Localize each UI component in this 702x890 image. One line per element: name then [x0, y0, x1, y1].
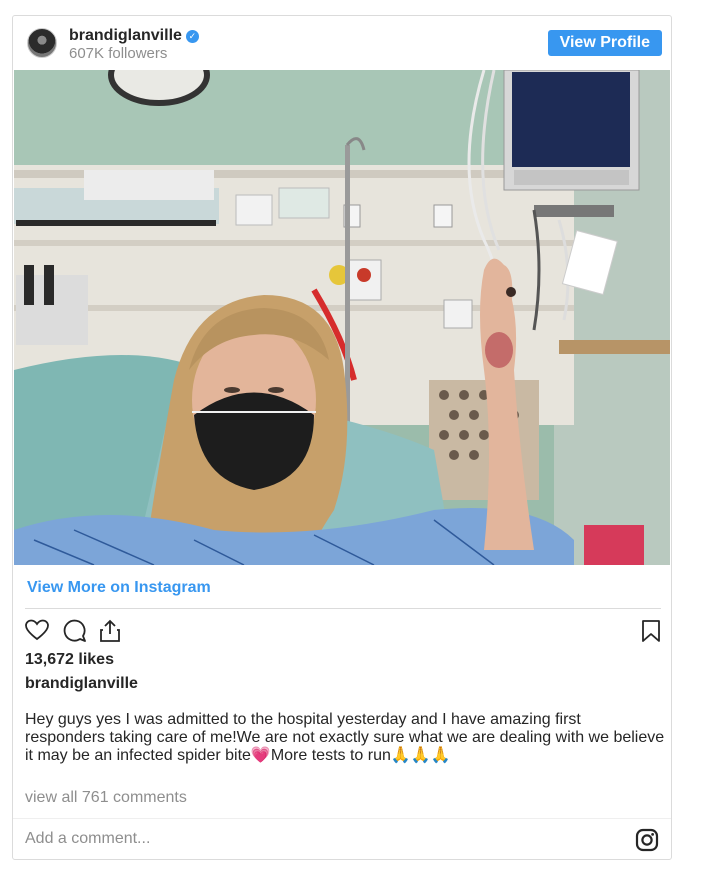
instagram-embed-card: brandiglanville ✓ 607K followers View Pro… — [12, 15, 672, 860]
hospital-selfie-photo — [14, 70, 670, 565]
post-photo[interactable] — [14, 70, 670, 565]
follower-count: 607K followers — [69, 45, 168, 62]
view-comments-link[interactable]: view all 761 comments — [25, 789, 187, 807]
username-text[interactable]: brandiglanville — [69, 27, 182, 44]
comment-icon[interactable] — [63, 619, 87, 643]
post-caption: Hey guys yes I was admitted to the hospi… — [25, 711, 665, 764]
add-comment-input[interactable] — [25, 830, 585, 848]
verified-badge-icon: ✓ — [185, 30, 199, 43]
profile-username[interactable]: brandiglanville ✓ — [69, 27, 199, 45]
bookmark-icon[interactable] — [641, 619, 661, 643]
view-profile-button[interactable]: View Profile — [547, 30, 662, 56]
like-count[interactable]: 13,672 likes — [25, 651, 114, 669]
divider — [25, 608, 661, 609]
instagram-logo-icon[interactable] — [635, 828, 659, 852]
post-actions — [25, 617, 661, 645]
heart-icon[interactable] — [25, 619, 49, 641]
post-header: brandiglanville ✓ 607K followers View Pro… — [13, 16, 671, 70]
avatar[interactable] — [27, 28, 57, 58]
view-more-link[interactable]: View More on Instagram — [27, 579, 211, 597]
caption-username[interactable]: brandiglanville — [25, 675, 138, 693]
divider — [13, 818, 671, 819]
share-icon[interactable] — [99, 619, 121, 643]
